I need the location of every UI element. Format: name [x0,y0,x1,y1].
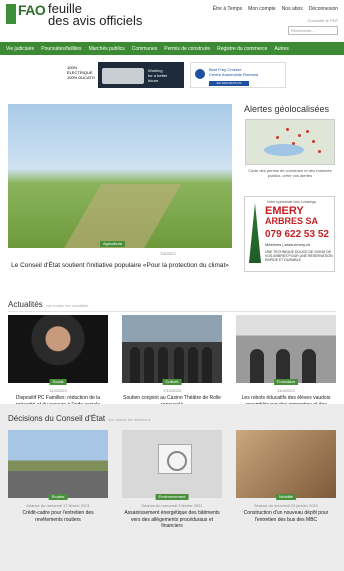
news-card[interactable]: Social 11/4/2023 Dispositif PC Familles:… [8,315,108,408]
person-silhouette [302,349,316,383]
emery-ad[interactable]: Votre spécialiste bois Lobsiniga EMERY A… [244,196,335,272]
decision-card-image[interactable] [8,430,108,498]
nav-item-registre[interactable]: Registre du commerce [217,46,267,52]
page: FAO feuille des avis officiels Être à Te… [0,0,344,571]
news-card[interactable]: Formation 11/4/2023 Les robots éducatifs… [236,315,336,415]
news-title[interactable]: Actualités [8,300,43,309]
person-silhouette [174,347,184,383]
logo-fao-text[interactable]: FAO [18,2,46,18]
news-card-tag[interactable]: Social [49,379,67,385]
news-card-tag[interactable]: Formation [273,379,299,385]
map-pin-icon [306,130,309,133]
news-card-date: 11/4/2023 [277,388,295,393]
decision-card-image[interactable] [236,430,336,498]
person-silhouette [158,347,168,383]
map-pin-icon [298,134,301,137]
news-divider [8,311,336,312]
ad-banner-left[interactable]: 100% ÉLECTRIQUE 100% DUCATO Working for … [64,62,184,88]
person-silhouette [144,347,154,383]
news-card-image[interactable] [122,315,222,383]
alerts-title[interactable]: Alertes géolocalisées [244,104,329,114]
site-header: FAO feuille des avis officiels Être à Te… [0,0,344,40]
nav-item-communes[interactable]: Communes [132,46,158,52]
emery-web: Mézières | www.emery.ch [265,242,311,247]
person-silhouette [130,347,140,383]
map-pin-icon [312,140,315,143]
decision-card-image[interactable] [122,430,222,498]
ad-brand-icon [195,69,205,79]
top-links: Être à Temps Mon compte Nos abos Déconne… [213,6,338,12]
emery-sub: ARBRES SA [265,216,319,226]
ad-right-button[interactable]: EN SAVOIR PLUS [209,81,249,86]
news-section-title: Actualités voir toutes les actualités [8,300,88,309]
top-link-2[interactable]: Nos abos [282,6,303,12]
nav-item-marches-publics[interactable]: Marchés publics [89,46,125,52]
hero-date: 7/4/2023 [160,251,176,256]
decision-card[interactable]: Mobilité Séance du mercredi 20 janvier 2… [236,430,336,523]
map-lake [264,144,304,156]
ad-left-strip: 100% ÉLECTRIQUE 100% DUCATO [64,62,98,88]
nav-item-vie-judiciaire[interactable]: Vie judiciaire [6,46,34,52]
decision-card-title[interactable]: Assainissement énergétique des bâtiments… [122,510,222,530]
decision-card-date: Séance du mercredi 20 janvier 2021 [253,503,319,508]
decisions-section-title: Décisions du Conseil d'État voir toutes l… [8,414,151,423]
pdf-link[interactable]: Consulter le PDF [308,18,338,23]
news-card[interactable]: Culture 7/12/2023 Soutien conjoint au Ca… [122,315,222,408]
nav-item-autres[interactable]: Autres [274,46,288,52]
decision-card-tag[interactable]: Routes [48,494,68,500]
emery-small: Votre spécialiste bois Lobsiniga [267,200,316,204]
map-pin-icon [286,128,289,131]
alerts-map[interactable] [245,119,335,165]
map-pin-icon [292,142,295,145]
top-link-0[interactable]: Être à Temps [213,6,242,12]
news-card-image[interactable] [236,315,336,383]
decision-card[interactable]: Environnement Séance du mercredi 3 févri… [122,430,222,530]
map-pin-icon [318,150,321,153]
decision-card-date: Séance du mercredi 17 février 2021 [26,503,90,508]
decision-card[interactable]: Routes Séance du mercredi 17 février 202… [8,430,108,523]
emery-note: UNE TECHNIQUE DOUCE DE SOINS DE VOS ARBR… [265,250,333,262]
main-nav: Vie judiciaire Poursuites/faillites Marc… [0,42,344,55]
emery-name: EMERY [265,205,304,217]
hero-image[interactable] [8,104,232,248]
map-caption[interactable]: Carte des permis de construire et des ma… [245,168,335,178]
decision-card-title[interactable]: Construction d'un nouveau dépôt pour l'e… [236,510,336,523]
news-card-date: 11/4/2023 [49,388,67,393]
decision-card-title[interactable]: Crédit-cadre pour l'entretien des revête… [8,510,108,523]
nav-item-poursuites[interactable]: Poursuites/faillites [41,46,81,52]
hero-tag[interactable]: Agriculture [100,241,126,247]
heat-pump-icon [158,444,192,474]
news-card-tag[interactable]: Culture [162,379,182,385]
news-card-image[interactable] [8,315,108,383]
site-logo-title[interactable]: feuille des avis officiels [48,2,142,27]
logo-mark-icon[interactable] [6,4,16,24]
top-link-1[interactable]: Mon compte [248,6,276,12]
map-pin-icon [276,136,279,139]
van-image [102,68,144,84]
ad-right-text: Best Frey Crosser Centre Automobile Roma… [209,67,259,77]
emery-phone: 079 622 53 52 [265,229,329,240]
news-hint[interactable]: voir toutes les actualités [46,303,89,308]
ad-left-text: Working for a better future. [148,68,168,83]
person-silhouette [188,347,198,383]
hero-field-path [54,184,182,248]
ad-banner-right[interactable]: Best Frey Crosser Centre Automobile Roma… [190,62,286,88]
hero-title[interactable]: Le Conseil d'État soutient l'initiative … [8,262,232,270]
person-silhouette [202,347,212,383]
person-silhouette [276,349,290,383]
decision-card-date: Séance du mercredi 3 février 2021 [141,503,203,508]
decision-card-tag[interactable]: Mobilité [276,494,296,500]
decisions-title[interactable]: Décisions du Conseil d'État [8,414,105,423]
tree-icon [249,203,261,263]
decisions-hint[interactable]: voir toutes les décisions [108,417,150,422]
top-link-3[interactable]: Déconnexion [309,6,338,12]
news-card-date: 7/12/2023 [163,388,181,393]
person-silhouette [250,349,264,383]
search-input[interactable]: Rechercher... [288,26,338,35]
decision-card-tag[interactable]: Environnement [155,494,189,500]
nav-item-permis[interactable]: Permis de construire [164,46,210,52]
